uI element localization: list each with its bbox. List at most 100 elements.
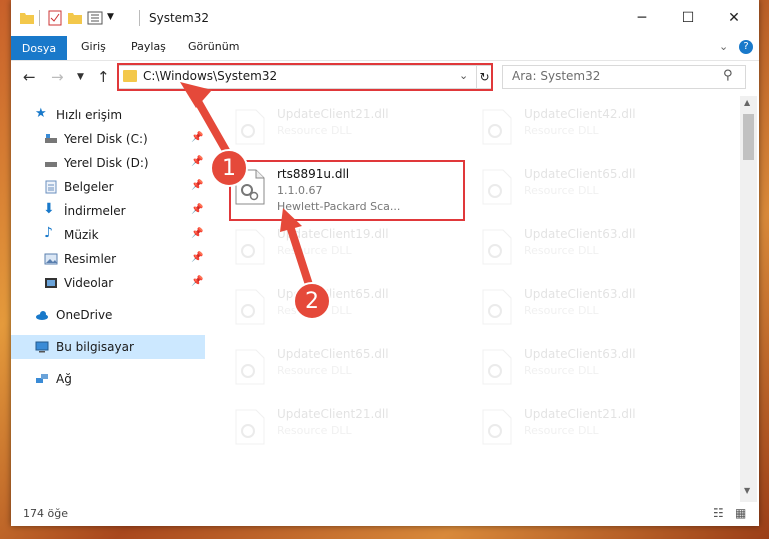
scroll-thumb[interactable] [743, 114, 754, 160]
dll-file-icon [482, 229, 512, 265]
sidebar-item-quick-access[interactable]: ★ Hızlı erişim [11, 103, 205, 127]
file-type: Resource DLL [277, 124, 352, 137]
drive-icon [45, 134, 57, 143]
sidebar-item-label: Videolar [64, 276, 114, 290]
sidebar-item-music[interactable]: ♪ Müzik 📌 [11, 223, 205, 247]
back-arrow-icon[interactable]: ← [23, 68, 36, 86]
file-name: UpdateClient63.dll [524, 347, 636, 361]
maximize-button[interactable]: ☐ [665, 0, 711, 36]
folder-icon[interactable] [19, 10, 35, 26]
video-icon [45, 278, 57, 288]
tab-home[interactable]: Giriş [81, 40, 106, 53]
properties-icon[interactable] [47, 10, 63, 26]
sidebar-item-disk-c[interactable]: Yerel Disk (C:) 📌 [11, 127, 205, 151]
sidebar-item-videos[interactable]: Videolar 📌 [11, 271, 205, 295]
search-input[interactable]: Ara: System32 ⚲ [502, 65, 746, 89]
file-type: Resource DLL [277, 364, 352, 377]
cloud-icon [36, 311, 48, 320]
file-item[interactable]: UpdateClient65.dll Resource DLL [476, 162, 712, 222]
drive-icon [45, 162, 57, 167]
sidebar-item-label: OneDrive [56, 308, 113, 322]
pin-icon[interactable]: 📌 [191, 132, 203, 143]
file-item[interactable]: UpdateClient63.dll Resource DLL [476, 342, 712, 402]
file-type: Resource DLL [277, 244, 352, 257]
up-arrow-icon[interactable]: ↑ [97, 68, 110, 86]
minimize-button[interactable]: ─ [619, 0, 665, 36]
help-icon[interactable]: ? [739, 40, 753, 54]
sidebar-item-label: Resimler [64, 252, 117, 266]
expand-ribbon-icon[interactable]: ⌄ [719, 40, 728, 53]
file-type: Resource DLL [524, 184, 599, 197]
explorer-window: ▼ System32 ─ ☐ ✕ Dosya Giriş Paylaş Görü… [11, 0, 759, 526]
details-view-icon[interactable]: ☷ [713, 506, 724, 520]
tab-file[interactable]: Dosya [11, 36, 67, 60]
file-name: UpdateClient19.dll [277, 227, 389, 241]
dll-file-icon [235, 289, 265, 325]
sidebar-item-disk-d[interactable]: Yerel Disk (D:) 📌 [11, 151, 205, 175]
tab-view[interactable]: Görünüm [188, 40, 239, 53]
file-name: UpdateClient21.dll [277, 107, 389, 121]
chevron-down-icon[interactable]: ▼ [107, 12, 123, 28]
sidebar-item-downloads[interactable]: ⬇ İndirmeler 📌 [11, 199, 205, 223]
navigation-pane: ★ Hızlı erişim Yerel Disk (C:) 📌 Yerel D… [11, 96, 207, 496]
file-item[interactable]: UpdateClient21.dll Resource DLL [476, 402, 712, 462]
file-item[interactable]: UpdateClient42.dll Resource DLL [476, 102, 712, 162]
file-type: Resource DLL [524, 424, 599, 437]
vertical-scrollbar[interactable]: ▲ ▼ [740, 96, 757, 502]
file-type: Resource DLL [277, 424, 352, 437]
star-icon: ★ [35, 106, 47, 121]
view-icon[interactable] [87, 10, 103, 26]
sidebar-item-network[interactable]: Ağ [11, 367, 205, 391]
forward-arrow-icon[interactable]: → [51, 68, 64, 86]
window-title: System32 [149, 11, 210, 25]
close-button[interactable]: ✕ [711, 0, 757, 36]
file-item[interactable]: UpdateClient21.dll Resource DLL [229, 402, 465, 462]
dll-file-icon [482, 289, 512, 325]
recent-chevron-icon[interactable]: ▼ [77, 72, 84, 82]
file-item[interactable]: UpdateClient21.dll Resource DLL [229, 102, 465, 162]
pin-icon[interactable]: 📌 [191, 252, 203, 263]
search-placeholder: Ara: System32 [512, 69, 601, 83]
file-type: Resource DLL [524, 304, 599, 317]
sidebar-item-this-pc[interactable]: Bu bilgisayar [11, 335, 205, 359]
file-item[interactable]: UpdateClient19.dll Resource DLL [229, 222, 465, 282]
pin-icon[interactable]: 📌 [191, 228, 203, 239]
file-highlight [229, 160, 465, 221]
sidebar-item-label: Bu bilgisayar [56, 340, 134, 354]
tiles-view-icon[interactable]: ▦ [735, 506, 746, 520]
file-item[interactable]: UpdateClient65.dll Resource DLL [229, 282, 465, 342]
item-count: 174 öğe [23, 507, 68, 520]
tab-share[interactable]: Paylaş [131, 40, 166, 53]
status-bar: 174 öğe ☷ ▦ [11, 503, 759, 525]
pin-icon[interactable]: 📌 [191, 204, 203, 215]
sidebar-item-label: İndirmeler [64, 204, 126, 218]
pin-icon[interactable]: 📌 [191, 180, 203, 191]
sidebar-item-pictures[interactable]: Resimler 📌 [11, 247, 205, 271]
step-badge-2: 2 [293, 282, 331, 320]
dll-file-icon [235, 109, 265, 145]
new-folder-icon[interactable] [67, 10, 83, 26]
address-highlight [117, 63, 493, 91]
dll-file-icon [235, 229, 265, 265]
file-type: Resource DLL [524, 124, 599, 137]
file-type: Resource DLL [524, 364, 599, 377]
file-item[interactable]: UpdateClient63.dll Resource DLL [476, 222, 712, 282]
dll-file-icon [482, 109, 512, 145]
search-icon[interactable]: ⚲ [723, 68, 733, 83]
title-bar: ▼ System32 ─ ☐ ✕ [11, 0, 759, 36]
scroll-down-icon[interactable]: ▼ [744, 486, 750, 495]
ribbon: Dosya Giriş Paylaş Görünüm ⌄ ? [11, 36, 759, 61]
pin-icon[interactable]: 📌 [191, 276, 203, 287]
file-name: UpdateClient65.dll [524, 167, 636, 181]
sidebar-item-label: Müzik [64, 228, 99, 242]
file-item[interactable]: UpdateClient63.dll Resource DLL [476, 282, 712, 342]
dll-file-icon [235, 349, 265, 385]
dll-file-icon [482, 349, 512, 385]
scroll-up-icon[interactable]: ▲ [744, 98, 750, 107]
sidebar-item-documents[interactable]: Belgeler 📌 [11, 175, 205, 199]
navigation-bar: ← → ▼ ↑ C:\Windows\System32 ⌄ ↻ Ara: Sys… [11, 60, 759, 94]
pin-icon[interactable]: 📌 [191, 156, 203, 167]
network-icon [36, 374, 48, 383]
sidebar-item-onedrive[interactable]: OneDrive [11, 303, 205, 327]
file-item[interactable]: UpdateClient65.dll Resource DLL [229, 342, 465, 402]
